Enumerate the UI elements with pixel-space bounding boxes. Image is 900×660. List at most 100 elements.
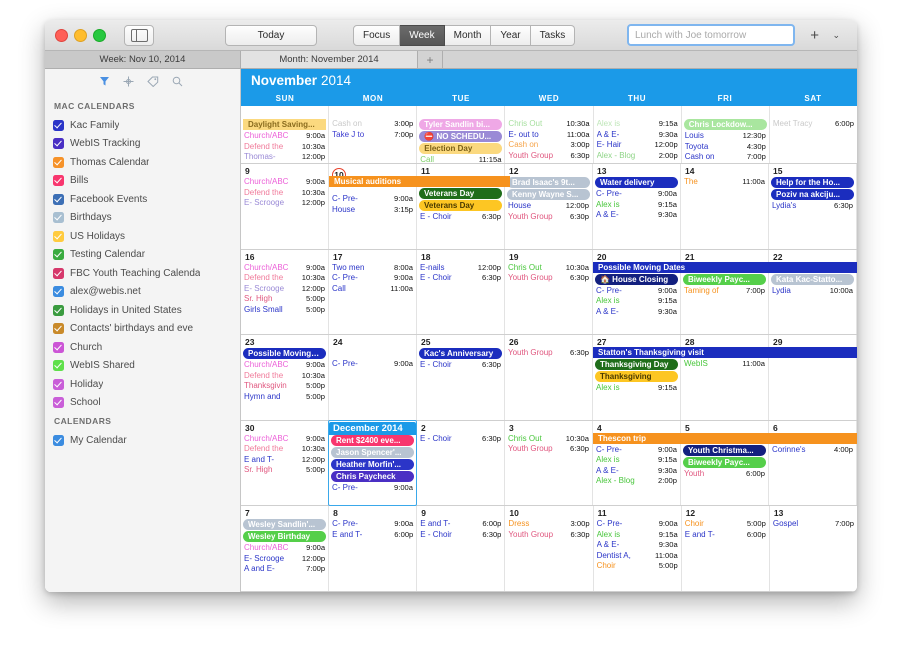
all-day-event[interactable]: Daylight Saving... (243, 119, 327, 130)
timed-event[interactable]: Alex is 9:15a (593, 200, 680, 211)
timed-event[interactable]: Defend the 10:30a (241, 444, 328, 455)
all-day-event[interactable]: Biweekly Payc... (683, 456, 766, 468)
timed-event[interactable]: E and T- 12:00p (241, 455, 328, 466)
timed-event[interactable]: A & E- 9:30a (593, 307, 680, 318)
calendar-day-cell[interactable]: 2E - Choir 6:30p (417, 420, 505, 506)
calendar-day-cell[interactable]: December 2014 Rent $2400 eve... Jason Spen… (328, 419, 417, 507)
timed-event[interactable]: Alex is 9:15a (593, 383, 680, 394)
timed-event[interactable]: E-nails 12:00p (417, 263, 504, 274)
calendar-list-item[interactable]: Kac Family (53, 116, 240, 135)
all-day-event[interactable]: Water delivery (595, 177, 678, 188)
all-day-event[interactable]: Chris Paycheck (331, 470, 414, 482)
timed-event[interactable]: C- Pre- 9:00a (329, 519, 416, 530)
all-day-event[interactable]: Veterans Day (419, 188, 502, 199)
timed-event[interactable]: E and T- 6:00p (682, 530, 769, 541)
timed-event[interactable]: Church/ABC 9:00a (241, 434, 328, 445)
timed-event[interactable]: Sr. High 5:00p (241, 465, 328, 476)
timed-event[interactable]: Dress 3:00p (505, 519, 592, 530)
calendar-list-item[interactable]: Holidays in United States (53, 301, 240, 320)
calendar-list-item[interactable]: Bills (53, 172, 240, 191)
tab-year[interactable]: Year (491, 24, 531, 46)
all-day-event[interactable]: Election Day (419, 143, 503, 154)
timed-event[interactable]: Church/ABC 9:00a (241, 543, 328, 554)
timed-event[interactable]: Thanksgivin 5:00p (241, 381, 328, 392)
add-event-button[interactable]: + (810, 28, 819, 43)
calendar-checkbox[interactable] (53, 138, 64, 150)
calendar-day-cell[interactable]: 12 Brad Isaac's 9t... Kenny Wayne S... Hous… (505, 164, 593, 249)
timed-event[interactable]: E - Choir 6:30p (417, 212, 504, 223)
calendar-checkbox[interactable] (53, 360, 64, 372)
timed-event[interactable]: A & E- 9:30a (593, 466, 680, 477)
timed-event[interactable]: C- Pre- 9:00a (329, 194, 416, 205)
calendar-day-cell[interactable]: Meet Tracy 6:00p (770, 106, 857, 163)
minimize-button[interactable] (74, 28, 87, 42)
calendar-day-cell[interactable]: Chris Lockdow... Louis 12:30p Toyota 4:30p Ca… (682, 106, 770, 163)
move-icon[interactable] (123, 76, 134, 87)
calendar-list-item[interactable]: Church (53, 338, 240, 357)
calendar-checkbox[interactable] (53, 397, 64, 409)
calendar-day-cell[interactable]: 18 E-nails 12:00p E - Choir 6:30p (417, 249, 505, 335)
all-day-event[interactable]: Jason Spencer'... (331, 446, 414, 458)
timed-event[interactable]: Defend the 10:30a (241, 273, 328, 284)
timed-event[interactable]: Church/ABC 9:00a (241, 177, 328, 188)
tab-month[interactable]: Month (444, 24, 492, 46)
timed-event[interactable]: E- Scrooge 12:00p (241, 554, 328, 565)
all-day-event[interactable]: Youth Christma... (683, 444, 766, 456)
timed-event[interactable]: Alex is 9:15a (593, 455, 680, 466)
all-day-event[interactable]: Chris Lockdow... (683, 119, 767, 130)
close-button[interactable] (55, 28, 68, 42)
timed-event[interactable]: A & E- 9:30a (594, 540, 681, 551)
calendar-day-cell[interactable]: 7 Wesley Sandlin'... Wesley Birthday Church… (241, 506, 330, 591)
timed-event[interactable]: Youth Group 6:30p (505, 348, 592, 359)
all-day-event[interactable]: Thanksgiving Day (595, 359, 678, 371)
calendar-day-cell[interactable]: Tyler Sandlin bi... ⛔ NO SCHEDU... Electio… (417, 106, 506, 163)
calendar-day-cell[interactable]: 16 Church/ABC 9:00a Defend the 10:30a E- Scro… (241, 249, 329, 335)
calendar-checkbox[interactable] (53, 323, 64, 335)
tag-icon[interactable] (147, 76, 159, 87)
timed-event[interactable]: Alex - Blog 2:00p (594, 151, 681, 162)
calendar-list-item[interactable]: alex@webis.net (53, 283, 240, 302)
timed-event[interactable]: Alex is 9:15a (594, 119, 681, 130)
calendar-day-cell[interactable]: Alex is 9:15a A & E- 9:30a E- Hair 12:00p Alex… (594, 106, 682, 163)
all-day-event[interactable]: Biweekly Payc... (683, 273, 766, 285)
timed-event[interactable]: Call 11:15a (417, 155, 504, 163)
calendar-list-item[interactable]: Birthdays (53, 209, 240, 228)
all-day-event[interactable]: Brad Isaac's 9t... (507, 177, 590, 188)
multi-day-event-band[interactable]: Statton's Thanksgiving visit (593, 347, 857, 359)
calendar-checkbox[interactable] (53, 341, 64, 353)
all-day-event[interactable]: ⛔ NO SCHEDU... (419, 131, 503, 142)
search-icon[interactable] (172, 76, 183, 87)
all-day-event[interactable]: Poziv na akciju... (771, 189, 854, 200)
timed-event[interactable]: E - Choir 6:30p (417, 360, 504, 371)
tab-tasks[interactable]: Tasks (530, 24, 576, 46)
calendar-day-cell[interactable]: 17 Two men 8:00a C- Pre- 9:00a Call 11:00a (329, 249, 417, 335)
timed-event[interactable]: Lydia 10:00a (769, 286, 856, 297)
all-day-event[interactable]: Possible Moving Dates (243, 348, 326, 360)
calendar-list-item[interactable]: Holiday (53, 375, 240, 394)
calendar-checkbox[interactable] (53, 230, 64, 242)
timed-event[interactable]: Corinne's 4:00p (769, 445, 856, 456)
timed-event[interactable]: Defend the 10:30a (241, 142, 328, 153)
timed-event[interactable]: C- Pre- 9:00a (593, 445, 680, 456)
calendar-day-cell[interactable]: 30 Church/ABC 9:00a Defend the 10:30a E and T… (241, 420, 329, 506)
calendar-day-cell[interactable]: 9 Church/ABC 9:00a Defend the 10:30a E- Scroo… (241, 164, 329, 249)
tab-focus[interactable]: Focus (353, 24, 401, 46)
multi-day-event-band[interactable]: Possible Moving Dates (593, 261, 857, 273)
timed-event[interactable]: House 3:15p (329, 205, 416, 216)
timed-event[interactable]: Chris Out 10:30a (505, 434, 592, 445)
new-tab-button[interactable]: + (418, 51, 443, 68)
calendar-checkbox[interactable] (53, 175, 64, 187)
timed-event[interactable]: A and E- 7:00p (241, 564, 328, 575)
calendar-checkbox[interactable] (53, 193, 64, 205)
all-day-event[interactable]: Wesley Sandlin'... (243, 519, 327, 531)
timed-event[interactable]: Cash on 7:00p (682, 152, 769, 163)
calendar-checkbox[interactable] (53, 286, 64, 298)
timed-event[interactable]: Youth Group 6:30p (505, 151, 592, 162)
calendar-list-item[interactable]: US Holidays (53, 227, 240, 246)
timed-event[interactable]: Church/ABC 9:00a (241, 131, 328, 142)
timed-event[interactable]: C- Pre- 9:00a (593, 286, 680, 297)
calendar-checkbox[interactable] (53, 119, 64, 131)
zoom-button[interactable] (93, 28, 106, 42)
multi-day-event-band[interactable]: Musical auditions (329, 176, 510, 187)
calendar-day-cell[interactable]: 13 Water delivery C- Pre- 9:00a Alex is 9:15a… (593, 164, 681, 249)
